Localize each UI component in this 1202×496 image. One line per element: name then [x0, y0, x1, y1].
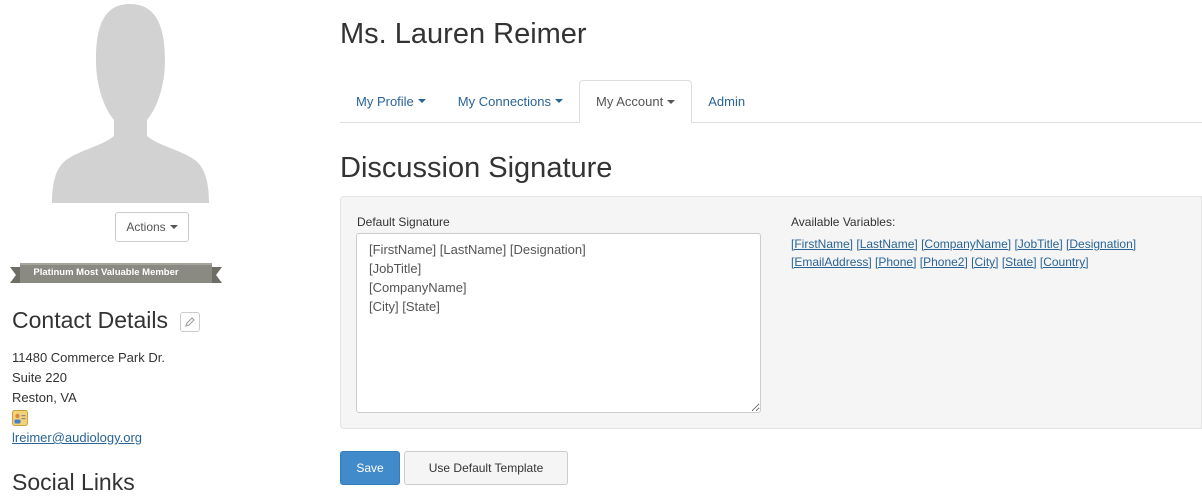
address-line: Suite 220	[12, 370, 67, 385]
variable-link[interactable]: [JobTitle]	[1014, 237, 1062, 251]
account-tabs: My Profile My Connections My Account Adm…	[340, 80, 1202, 123]
tab-admin[interactable]: Admin	[692, 80, 761, 122]
actions-button[interactable]: Actions	[115, 212, 189, 242]
variable-link[interactable]: [Country]	[1040, 255, 1089, 269]
tab-label: My Connections	[457, 93, 552, 109]
address-line: 11480 Commerce Park Dr.	[12, 350, 165, 365]
variable-link[interactable]: [City]	[971, 255, 998, 269]
pencil-icon	[185, 317, 195, 327]
chevron-down-icon	[417, 99, 426, 103]
email-link[interactable]: lreimer@audiology.org	[12, 430, 142, 445]
address-line: Reston, VA	[12, 390, 77, 405]
variable-link[interactable]: [EmailAddress]	[791, 255, 872, 269]
use-default-template-button[interactable]: Use Default Template	[404, 451, 568, 485]
contact-details-title: Contact Details	[12, 307, 168, 333]
chevron-down-icon	[169, 225, 178, 229]
save-button[interactable]: Save	[340, 451, 400, 485]
variable-link[interactable]: [FirstName]	[791, 237, 853, 251]
tab-my-profile[interactable]: My Profile	[340, 80, 442, 122]
chevron-down-icon	[555, 99, 564, 103]
avatar	[52, 0, 209, 203]
tab-label: My Account	[596, 94, 664, 109]
signature-label: Default Signature	[357, 215, 450, 229]
variable-link[interactable]: [State]	[1002, 255, 1037, 269]
vcard-icon[interactable]	[12, 410, 28, 426]
variable-link[interactable]: [Phone2]	[920, 255, 968, 269]
tab-my-connections[interactable]: My Connections	[442, 80, 579, 122]
signature-textarea[interactable]: [FirstName] [LastName] [Designation] [Jo…	[356, 233, 761, 413]
edit-contact-button[interactable]	[179, 312, 200, 332]
variable-link[interactable]: [Phone]	[875, 255, 916, 269]
profile-sidebar: Actions Platinum Most Valuable Member Co…	[0, 0, 230, 495]
variable-link[interactable]: [CompanyName]	[921, 237, 1011, 251]
address-block: 11480 Commerce Park Dr. Suite 220 Reston…	[12, 348, 165, 408]
variables-list: [FirstName] [LastName] [CompanyName] [Jo…	[791, 235, 1191, 271]
tab-my-account[interactable]: My Account	[579, 80, 693, 123]
member-badge-label: Platinum Most Valuable Member	[33, 267, 179, 278]
signature-panel: Default Signature [FirstName] [LastName]…	[340, 196, 1202, 429]
tab-label: Admin	[708, 93, 746, 109]
contact-details-heading: Contact Details	[12, 306, 200, 334]
variables-label: Available Variables:	[791, 215, 896, 229]
page-title: Ms. Lauren Reimer	[340, 18, 587, 50]
variable-link[interactable]: [Designation]	[1066, 237, 1136, 251]
tab-label: My Profile	[356, 93, 414, 109]
actions-label: Actions	[126, 220, 166, 234]
social-links-title: Social Links	[12, 469, 135, 495]
chevron-down-icon	[667, 99, 676, 104]
section-title: Discussion Signature	[340, 152, 613, 184]
variable-link[interactable]: [LastName]	[856, 237, 917, 251]
